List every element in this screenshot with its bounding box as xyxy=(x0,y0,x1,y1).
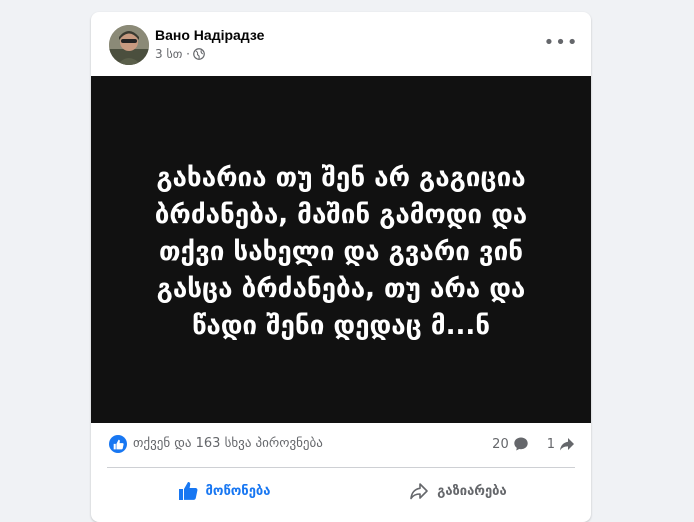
share-label: გაზიარება xyxy=(437,483,507,499)
post-card: Вано Надірадзе 3 სთ · ••• გახარია თუ შენ… xyxy=(91,12,591,522)
post-image-text: გახარია თუ შენ არ გაგიცია ბრძანება, მაში… xyxy=(154,163,528,341)
reactions-bar: თქვენ და 163 სხვა პიროვნება 20 1 xyxy=(91,427,591,461)
post-header: Вано Надірадзе 3 სთ · ••• xyxy=(91,12,591,76)
shares-count[interactable]: 1 xyxy=(547,437,555,452)
comments-count[interactable]: 20 xyxy=(492,437,509,452)
share-icon xyxy=(410,483,429,500)
author-name[interactable]: Вано Надірадзе xyxy=(155,27,264,43)
post-actions: მოწონება გაზიარება xyxy=(107,473,575,509)
comment-icon xyxy=(514,437,528,451)
share-count-icon xyxy=(560,438,574,451)
like-reaction-icon xyxy=(109,435,127,453)
like-button[interactable]: მოწონება xyxy=(107,473,341,509)
like-label: მოწონება xyxy=(205,483,271,499)
post-time[interactable]: 3 სთ · xyxy=(155,47,190,61)
globe-icon xyxy=(193,48,205,60)
reaction-summary[interactable]: თქვენ და 163 სხვა პიროვნება xyxy=(133,436,323,451)
share-button[interactable]: გაზიარება xyxy=(341,473,575,509)
divider xyxy=(107,467,575,468)
avatar[interactable] xyxy=(109,25,149,65)
thumbs-up-icon xyxy=(178,482,198,500)
engagement-counts: 20 1 xyxy=(492,436,575,452)
post-image[interactable]: გახარია თუ შენ არ გაგიცია ბრძანება, მაში… xyxy=(91,76,591,423)
more-options-icon[interactable]: ••• xyxy=(544,30,578,54)
post-meta: 3 სთ · xyxy=(155,47,205,61)
